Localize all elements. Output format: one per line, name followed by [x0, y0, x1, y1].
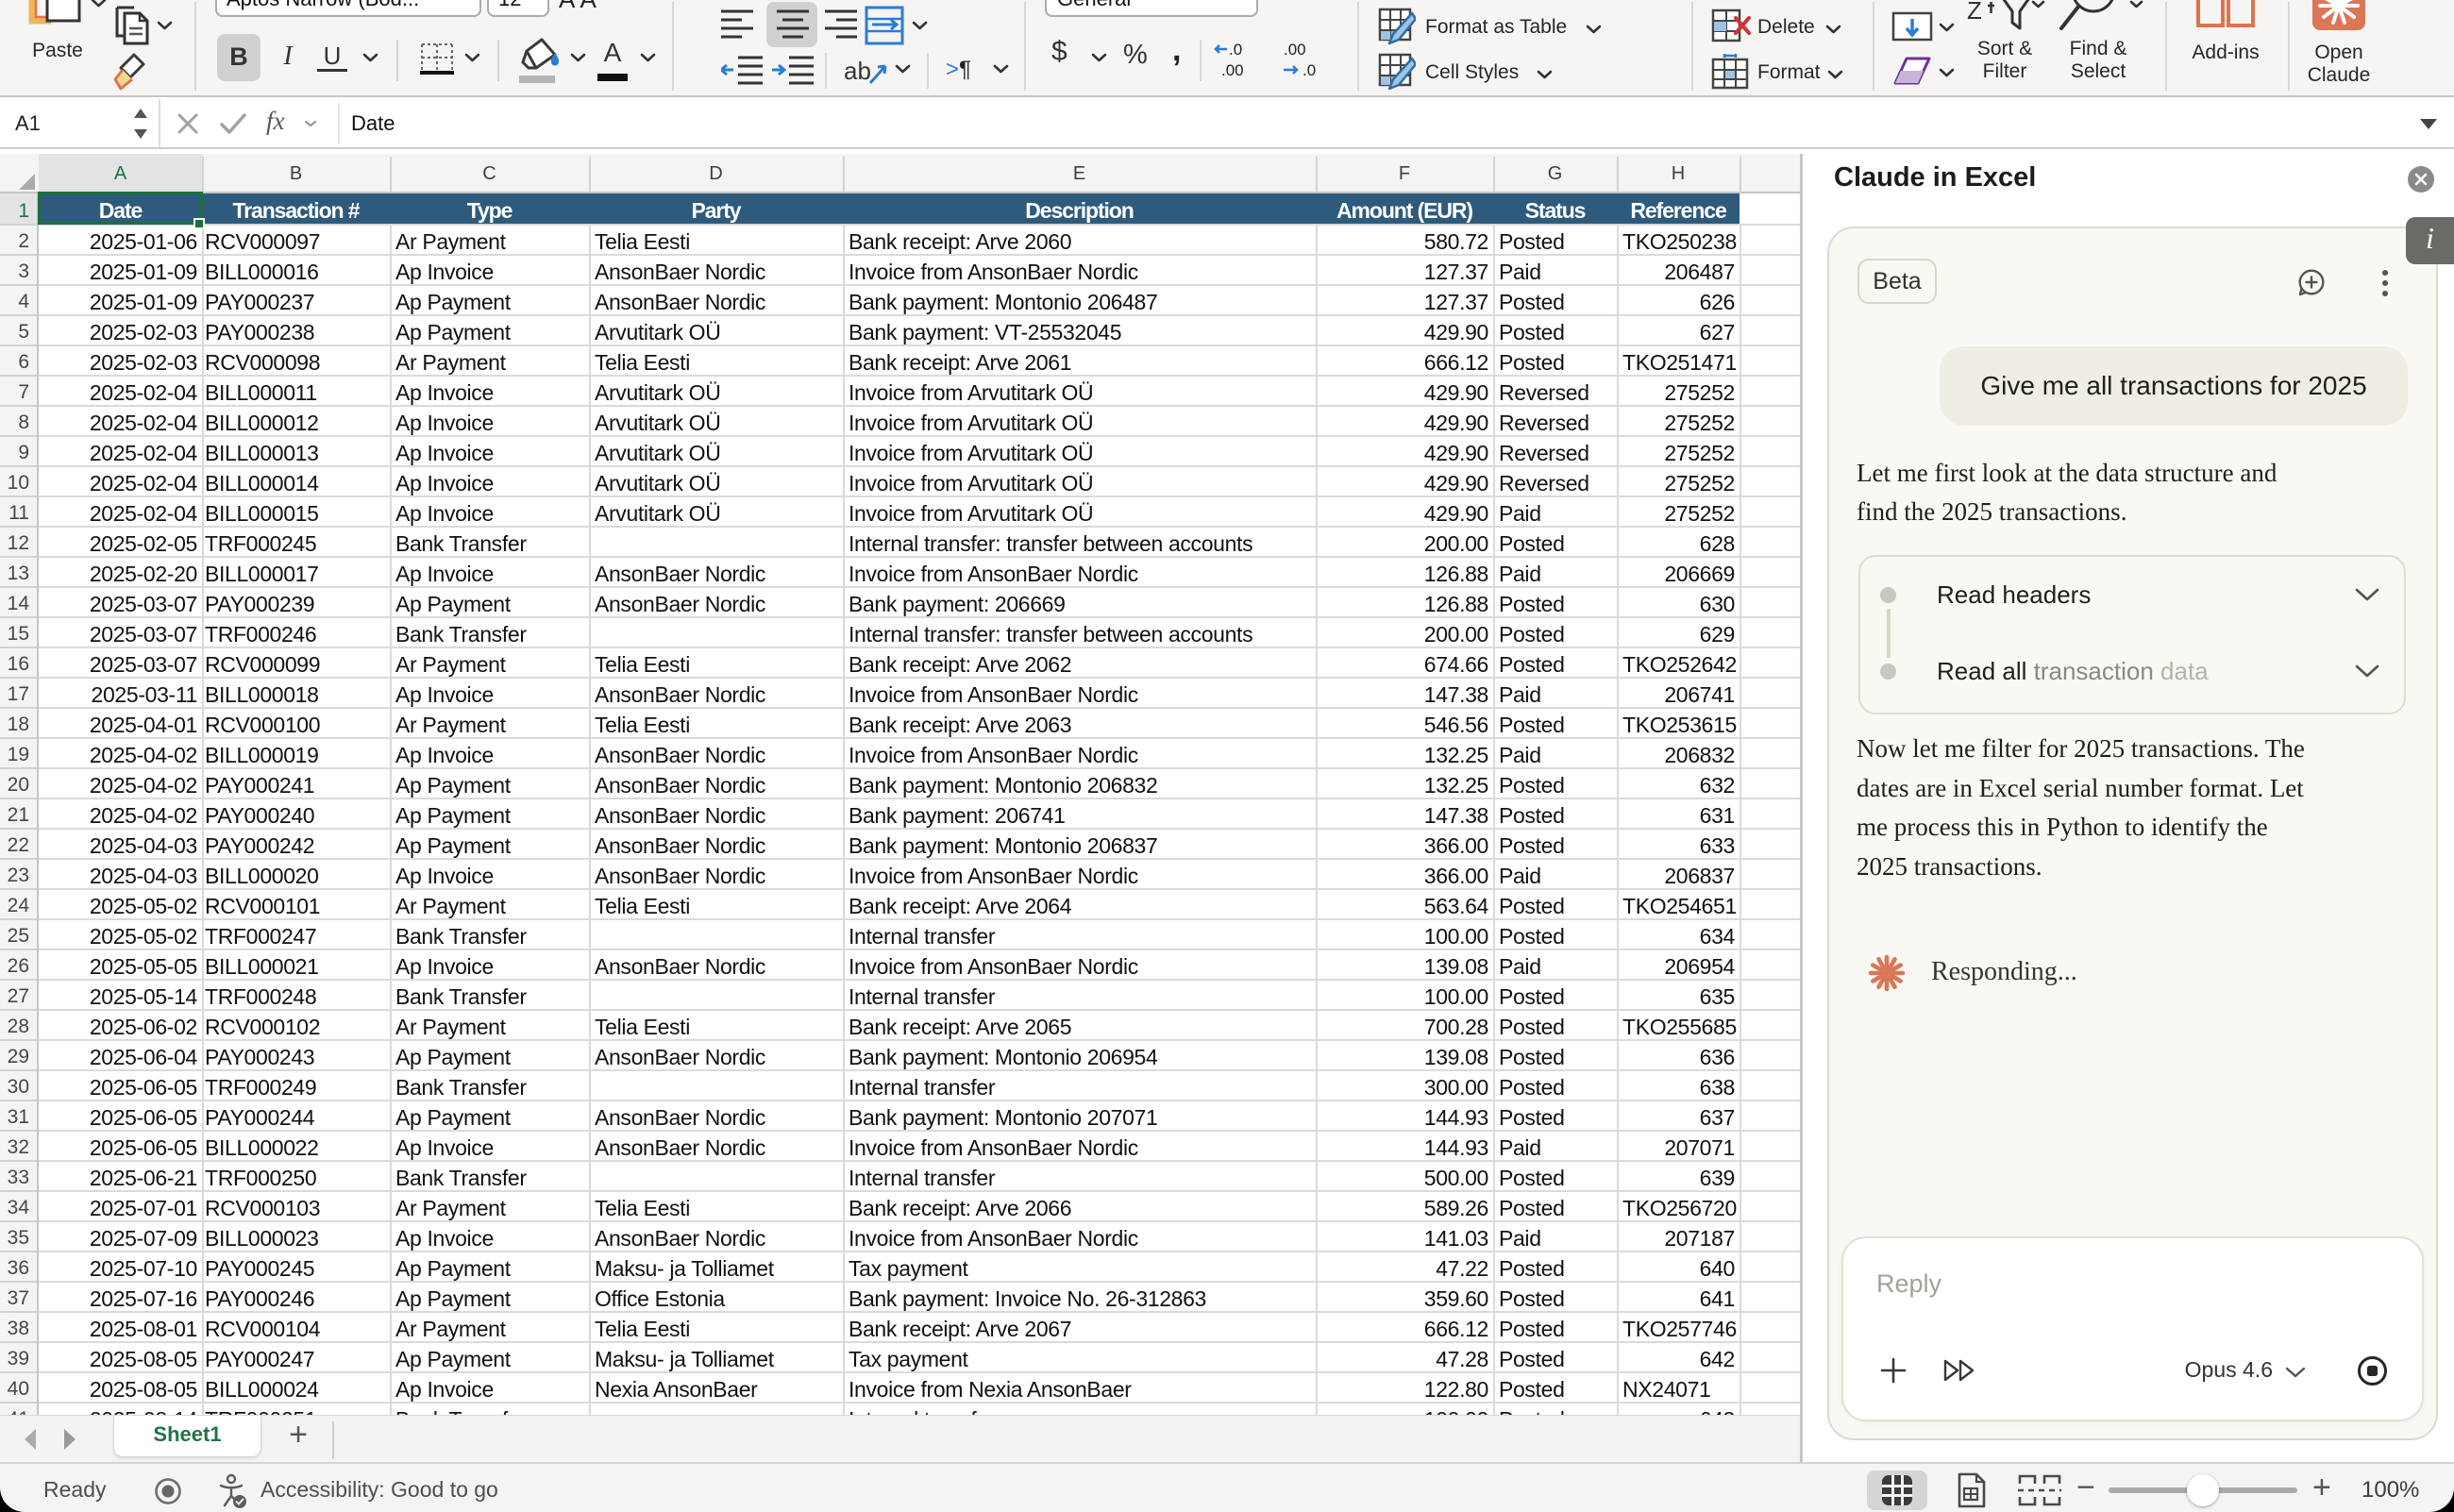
svg-text:.0: .0 — [1303, 61, 1316, 79]
svg-text:Z: Z — [1967, 0, 1982, 25]
svg-text:.00: .00 — [1221, 61, 1244, 79]
svg-text:ab: ab — [844, 57, 871, 85]
svg-text:.0: .0 — [1229, 41, 1242, 59]
svg-text:.00: .00 — [1284, 41, 1306, 59]
